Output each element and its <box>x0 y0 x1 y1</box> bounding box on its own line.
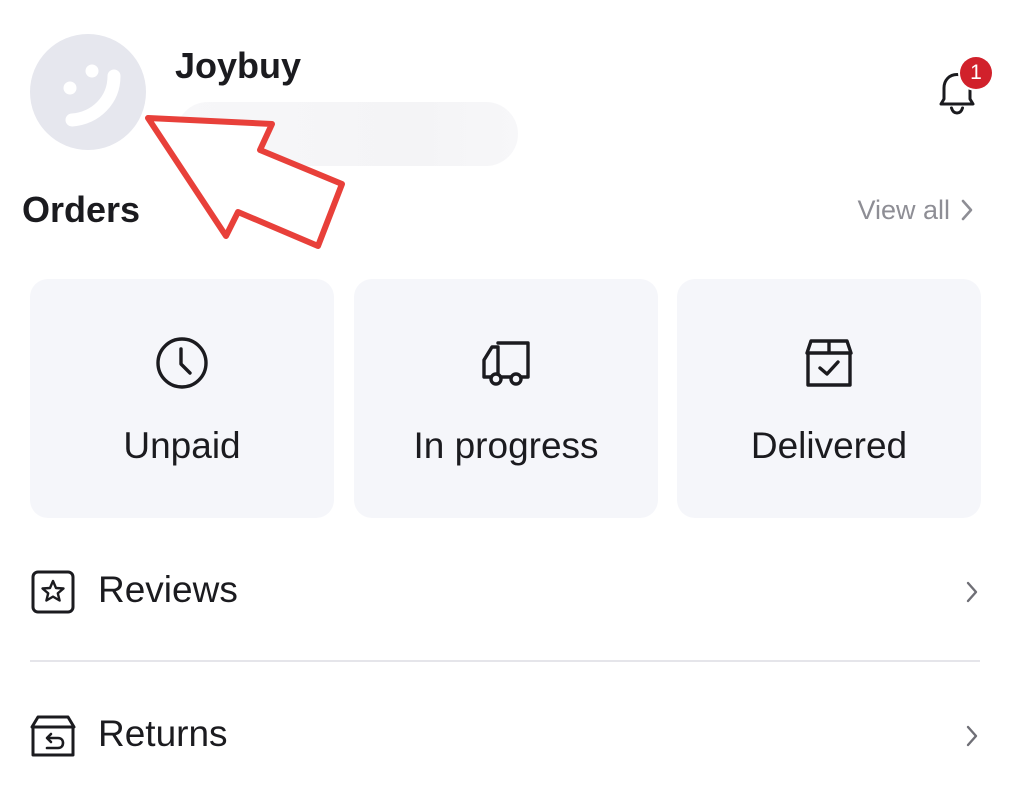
smiley-avatar-icon <box>63 64 121 127</box>
delivered-label: Delivered <box>750 425 908 466</box>
divider <box>30 660 980 662</box>
in-progress-orders-card[interactable]: In progress <box>354 279 658 518</box>
chevron-right-icon <box>961 199 973 221</box>
returns-label: Returns <box>98 713 228 754</box>
reviews-label: Reviews <box>98 569 238 610</box>
unpaid-label: Unpaid <box>123 425 241 466</box>
chevron-right-icon <box>966 581 978 603</box>
star-square-icon <box>31 570 75 614</box>
return-box-icon <box>30 715 76 757</box>
reviews-row[interactable]: Reviews <box>30 546 980 636</box>
chevron-right-icon <box>966 725 978 747</box>
view-all-label: View all <box>857 195 950 225</box>
username: Joybuy <box>175 45 302 86</box>
delivered-orders-card[interactable]: Delivered <box>677 279 981 518</box>
returns-row[interactable]: Returns <box>30 690 980 780</box>
notification-badge: 1 <box>960 57 992 89</box>
profile-subtitle-placeholder <box>176 102 518 166</box>
avatar[interactable] <box>30 34 146 150</box>
orders-section-title: Orders <box>22 189 141 230</box>
truck-icon <box>482 341 530 386</box>
box-check-icon <box>805 339 853 387</box>
view-all-orders-link[interactable]: View all <box>857 192 974 228</box>
in-progress-label: In progress <box>413 425 599 466</box>
clock-icon <box>156 337 208 389</box>
unpaid-orders-card[interactable]: Unpaid <box>30 279 334 518</box>
